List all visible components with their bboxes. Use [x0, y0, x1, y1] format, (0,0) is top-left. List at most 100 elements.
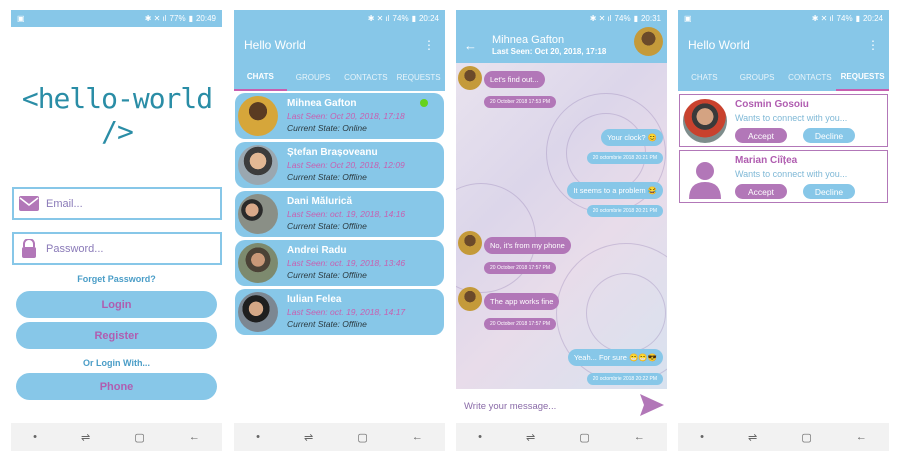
- battery-icon: ▮: [411, 14, 416, 23]
- chat-last-seen: Last Seen: oct. 19, 2018, 14:16: [287, 209, 406, 219]
- back-arrow-icon[interactable]: ←: [464, 38, 492, 53]
- dot-icon[interactable]: •: [700, 431, 704, 443]
- send-icon[interactable]: [639, 393, 665, 422]
- decline-button[interactable]: Decline: [803, 184, 855, 199]
- avatar: [238, 145, 278, 185]
- tab-contacts[interactable]: CONTACTS: [784, 63, 837, 91]
- home-icon[interactable]: ▢: [134, 431, 144, 444]
- chat-item[interactable]: Mihnea Gafton Last Seen: Oct 20, 2018, 17…: [235, 93, 444, 139]
- chat-item[interactable]: Iulian Felea Last Seen: oct. 19, 2018, 14…: [235, 289, 444, 335]
- chat-item[interactable]: Andrei Radu Last Seen: oct. 19, 2018, 13:…: [235, 240, 444, 286]
- accept-button[interactable]: Accept: [735, 128, 787, 143]
- battery-text: 74%: [614, 14, 631, 23]
- message-bubble: Let's find out...: [484, 71, 545, 88]
- password-field[interactable]: Password...: [12, 232, 222, 265]
- sender-avatar: [458, 287, 482, 311]
- contact-avatar[interactable]: [634, 27, 663, 56]
- status-bar: ▣ ✱ ✕ ıl 77% ▮ 20:49: [11, 10, 222, 27]
- battery-icon: ▮: [855, 14, 860, 23]
- request-card: Marian Ciîțea Wants to connect with you.…: [679, 150, 888, 203]
- battery-text: 74%: [836, 14, 853, 23]
- recents-icon[interactable]: ⇌: [81, 431, 90, 444]
- signal-icons: ✱ ✕ ıl: [367, 14, 390, 23]
- request-name: Marian Ciîțea: [735, 155, 798, 166]
- back-icon[interactable]: ←: [189, 431, 200, 443]
- chat-last-seen: Last Seen: oct. 19, 2018, 14:17: [287, 307, 406, 317]
- status-bar: ✱ ✕ ıl 74% ▮ 20:31: [456, 10, 667, 27]
- dot-icon[interactable]: •: [256, 431, 260, 443]
- back-icon[interactable]: ←: [412, 431, 423, 443]
- message-area[interactable]: Let's find out... 20 October 2018 17:53 …: [456, 63, 667, 389]
- recents-icon[interactable]: ⇌: [304, 431, 313, 444]
- message-time: 20 octombrie 2018 20:22 PM: [586, 373, 663, 385]
- tab-requests[interactable]: REQUESTS: [392, 63, 445, 91]
- chat-name: Mihnea Gafton: [287, 98, 357, 109]
- battery-icon: ▮: [633, 14, 638, 23]
- tab-bar: CHATS GROUPS CONTACTS REQUESTS: [234, 63, 445, 91]
- avatar: [238, 194, 278, 234]
- avatar: [238, 292, 278, 332]
- chat-state: Current State: Offline: [287, 172, 367, 182]
- overflow-menu-icon[interactable]: ⋮: [867, 38, 879, 52]
- android-nav-bar: • ⇌ ▢ ←: [456, 423, 667, 451]
- home-icon[interactable]: ▢: [579, 431, 589, 444]
- dot-icon[interactable]: •: [478, 431, 482, 443]
- signal-icons: ✱ ✕ ıl: [811, 14, 834, 23]
- app-title: Hello World: [688, 38, 750, 52]
- contact-name: Mihnea Gafton: [492, 34, 565, 46]
- dot-icon[interactable]: •: [33, 431, 37, 443]
- tab-groups[interactable]: GROUPS: [287, 63, 340, 91]
- chat-last-seen: Last Seen: Oct 20, 2018, 17:18: [287, 111, 405, 121]
- android-nav-bar: • ⇌ ▢ ←: [678, 423, 889, 451]
- recents-icon[interactable]: ⇌: [526, 431, 535, 444]
- message-time: 20 October 2018 17:57 PM: [484, 318, 557, 330]
- clock: 20:31: [640, 14, 661, 23]
- battery-text: 74%: [392, 14, 409, 23]
- default-avatar-icon: [683, 155, 727, 199]
- lock-icon: [18, 239, 40, 258]
- home-icon[interactable]: ▢: [801, 431, 811, 444]
- chat-name: Iulian Felea: [287, 294, 342, 305]
- forget-password-link[interactable]: Forget Password?: [11, 274, 222, 284]
- login-button[interactable]: Login: [16, 291, 217, 318]
- message-bubble: It seems to a problem 😂: [567, 182, 663, 199]
- battery-icon: ▮: [188, 14, 193, 23]
- clock: 20:49: [195, 14, 216, 23]
- app-title: Hello World: [244, 38, 306, 52]
- chat-last-seen: Last Seen: oct. 19, 2018, 13:46: [287, 258, 406, 268]
- message-time: 20 October 2018 17:57 PM: [484, 262, 557, 274]
- tab-groups[interactable]: GROUPS: [731, 63, 784, 91]
- chat-name: Andrei Radu: [287, 245, 347, 256]
- message-bubble: Yeah... For sure 😁😁😎: [567, 349, 663, 366]
- chat-item[interactable]: Dani Mălurică Last Seen: oct. 19, 2018, 1…: [235, 191, 444, 237]
- overflow-menu-icon[interactable]: ⋮: [423, 38, 435, 52]
- tab-chats[interactable]: CHATS: [234, 63, 287, 91]
- tab-chats[interactable]: CHATS: [678, 63, 731, 91]
- image-icon: ▣: [684, 14, 692, 23]
- tab-contacts[interactable]: CONTACTS: [340, 63, 393, 91]
- signal-icons: ✱ ✕ ıl: [589, 14, 612, 23]
- image-icon: ▣: [17, 14, 25, 23]
- message-input[interactable]: Write your message...: [456, 390, 667, 422]
- tab-requests[interactable]: REQUESTS: [836, 63, 889, 91]
- message-time: 20 October 2018 17:53 PM: [484, 96, 557, 108]
- phone-login-button[interactable]: Phone: [16, 373, 217, 400]
- decline-button[interactable]: Decline: [803, 128, 855, 143]
- contact-last-seen: Last Seen: Oct 20, 2018, 17:18: [492, 47, 607, 56]
- clock: 20:24: [418, 14, 439, 23]
- mail-icon: [18, 195, 40, 213]
- status-bar: ✱ ✕ ıl 74% ▮ 20:24: [234, 10, 445, 27]
- chat-item[interactable]: Ștefan Brașoveanu Last Seen: Oct 20, 2018…: [235, 142, 444, 188]
- back-icon[interactable]: ←: [634, 431, 645, 443]
- clock: 20:24: [862, 14, 883, 23]
- register-button[interactable]: Register: [16, 322, 217, 349]
- home-icon[interactable]: ▢: [357, 431, 367, 444]
- request-text: Wants to connect with you...: [735, 169, 848, 179]
- recents-icon[interactable]: ⇌: [748, 431, 757, 444]
- requests-screen: ▣ ✱ ✕ ıl 74% ▮ 20:24 Hello World ⋮ CHATS GRO…: [678, 10, 889, 451]
- message-time: 20 octombrie 2018 20:21 PM: [586, 152, 663, 164]
- email-field[interactable]: Email...: [12, 187, 222, 220]
- accept-button[interactable]: Accept: [735, 184, 787, 199]
- back-icon[interactable]: ←: [856, 431, 867, 443]
- app-logo: <hello-world />: [21, 82, 213, 148]
